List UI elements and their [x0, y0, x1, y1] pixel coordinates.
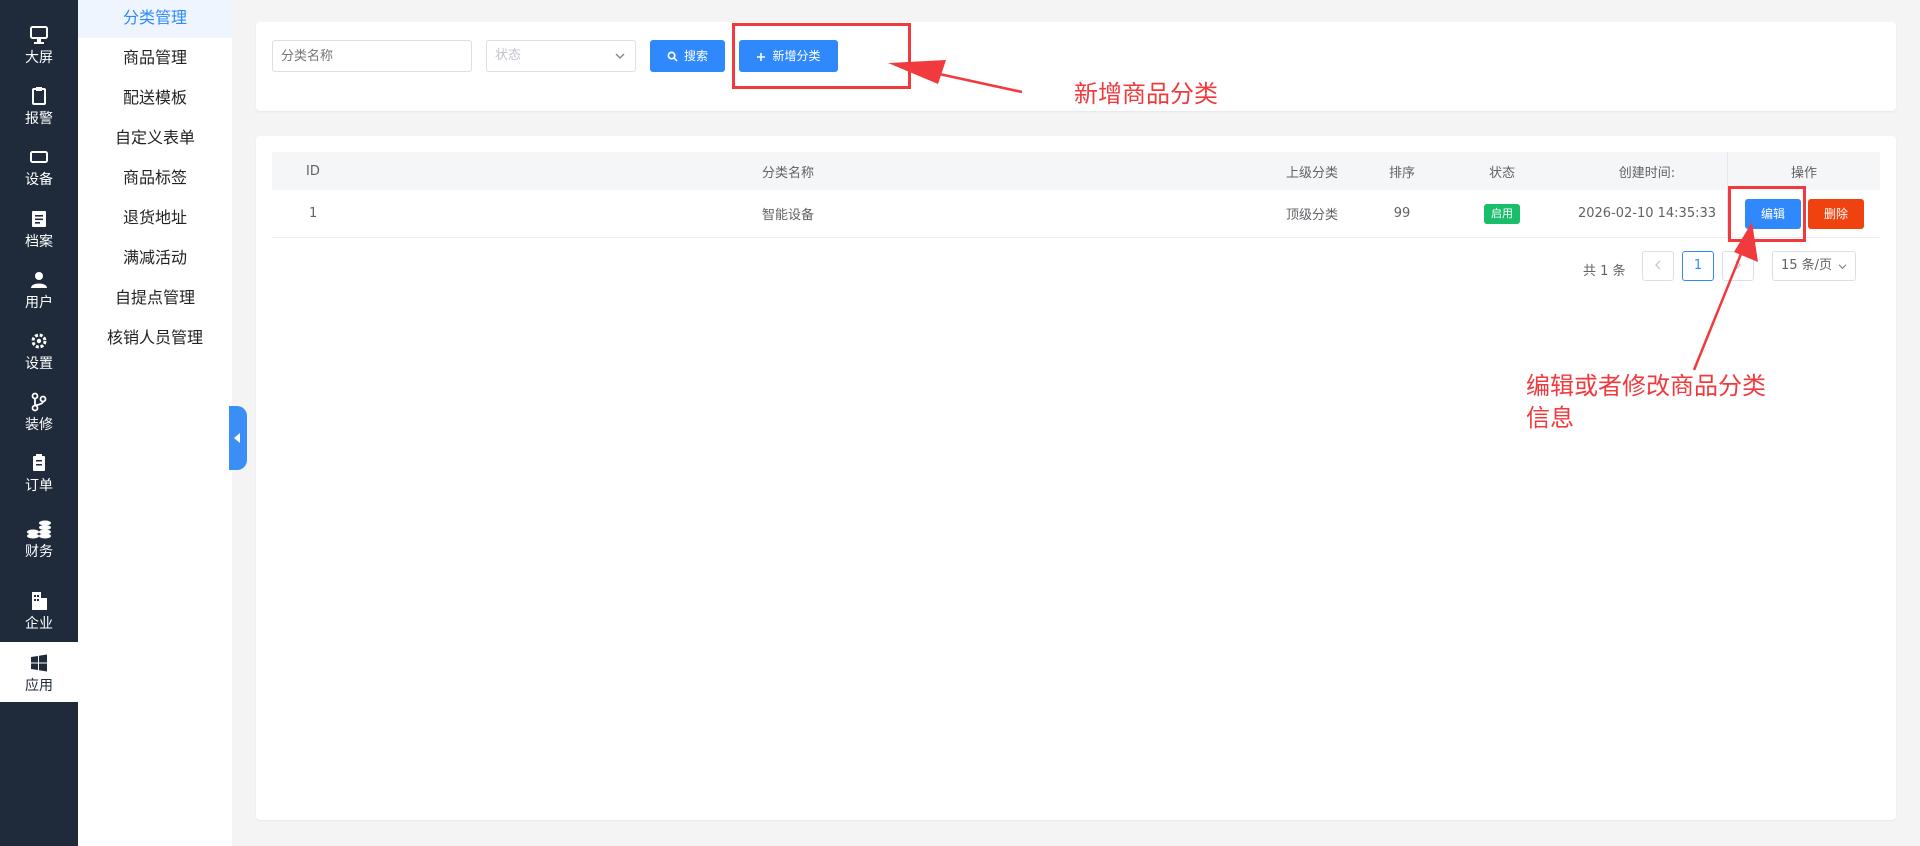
arrow-to-edit-button [1692, 222, 1758, 371]
arrow-to-add-button [888, 60, 1023, 94]
annotation-arrows [888, 60, 1758, 371]
